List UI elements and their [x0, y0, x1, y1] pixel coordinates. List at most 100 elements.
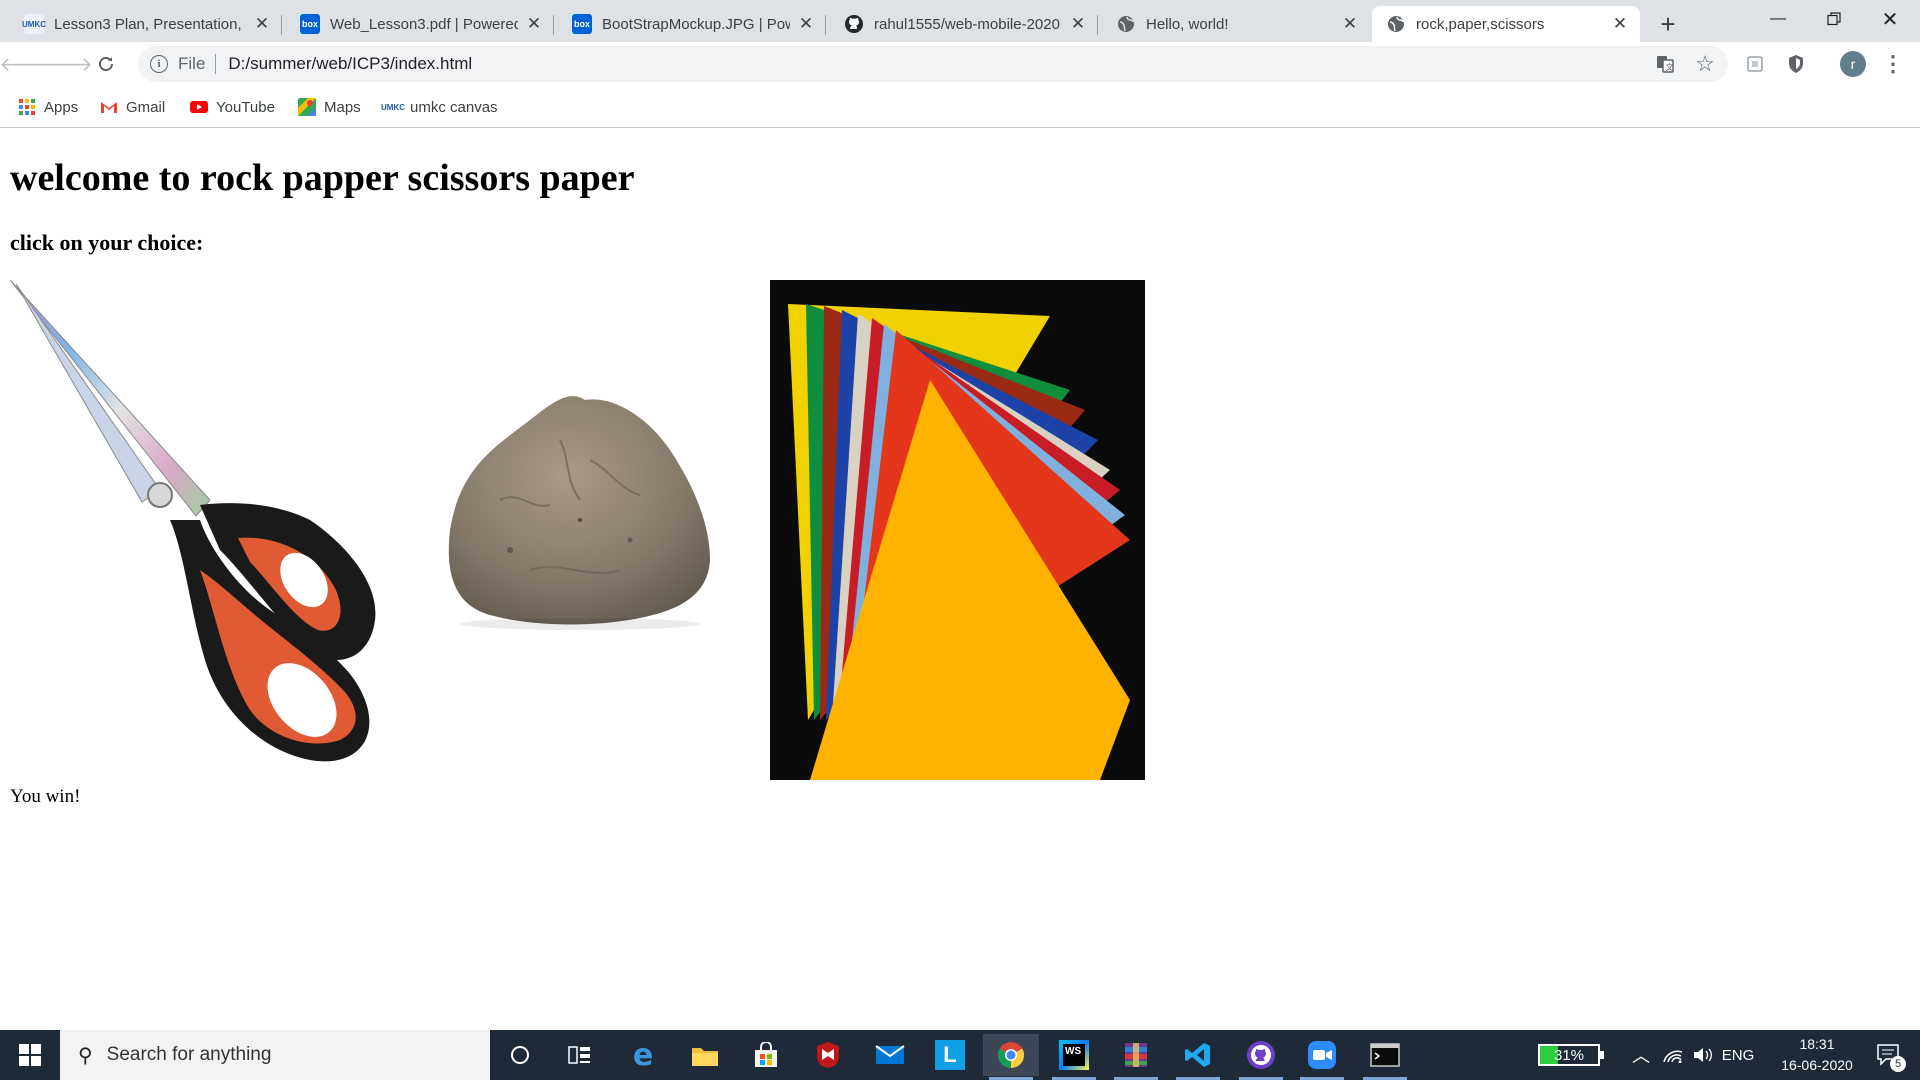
maps-icon [298, 98, 316, 116]
restore-button[interactable] [1806, 0, 1862, 38]
rock-image [448, 396, 710, 630]
store-icon[interactable] [738, 1034, 794, 1076]
zoom-icon[interactable] [1294, 1034, 1350, 1080]
apps-grid-icon [18, 98, 36, 116]
address-url: D:/summer/web/ICP3/index.html [228, 54, 473, 73]
info-icon[interactable]: i [150, 55, 168, 73]
scissors-choice[interactable] [9, 279, 380, 770]
bookmark-label: YouTube [216, 98, 275, 116]
tab-title: rock,paper,scissors [1416, 15, 1545, 33]
taskbar-search[interactable]: ⚲ Search for anything [60, 1030, 490, 1080]
tab-github-repo[interactable]: rahul1555/web-mobile-2020 ✕ [830, 6, 1098, 42]
umkc-icon: UMKC [381, 102, 405, 112]
page-subtitle: click on your choice: [10, 230, 204, 255]
address-scheme: File [178, 54, 206, 73]
back-button[interactable]: 🡐 [0, 48, 53, 80]
bookmark-youtube[interactable]: YouTube [190, 96, 275, 118]
page-content: welcome to rock papper scissors paper cl… [0, 128, 1920, 1030]
bookmark-label: umkc canvas [410, 98, 498, 116]
shield-icon[interactable] [1783, 51, 1809, 77]
chrome-icon[interactable] [983, 1034, 1039, 1080]
bookmark-label: Gmail [126, 98, 166, 116]
vscode-icon[interactable] [1170, 1034, 1226, 1080]
close-icon[interactable]: ✕ [252, 14, 272, 34]
page-title: welcome to rock papper scissors paper [10, 157, 635, 199]
box-icon: box [300, 14, 320, 34]
browser-toolbar: 🡐 🡒 i File D:/summer/web/ICP3/index.html… [0, 42, 1920, 86]
reload-button[interactable] [90, 48, 122, 80]
scissors-image [9, 279, 376, 762]
bookmark-apps[interactable]: Apps [18, 96, 78, 118]
winrar-icon[interactable] [1108, 1034, 1164, 1080]
globe-icon [1116, 14, 1136, 34]
close-window-button[interactable]: ✕ [1862, 0, 1918, 38]
tab-bootstrap-mockup[interactable]: box BootStrapMockup.JPG | Powe ✕ [558, 6, 826, 42]
address-bar[interactable]: i File D:/summer/web/ICP3/index.html [138, 46, 1728, 82]
windows-taskbar: ⚲ Search for anything e L WS 31% ︿ ENG 1… [0, 1030, 1920, 1080]
notification-center-button[interactable]: 5 [1866, 1030, 1912, 1080]
language-indicator[interactable]: ENG [1716, 1030, 1760, 1080]
battery-indicator[interactable]: 31% [1538, 1044, 1604, 1066]
close-icon[interactable]: ✕ [796, 14, 816, 34]
translate-icon[interactable]: 文 [1652, 51, 1678, 77]
tab-web-lesson3[interactable]: box Web_Lesson3.pdf | Powered ✕ [286, 6, 554, 42]
windows-logo-icon [19, 1044, 41, 1066]
close-icon[interactable]: ✕ [524, 14, 544, 34]
chevron-up-icon[interactable]: ︿ [1628, 1030, 1654, 1080]
svg-text:文: 文 [1666, 62, 1674, 72]
task-view-icon[interactable] [552, 1034, 608, 1076]
cortana-icon[interactable] [492, 1034, 548, 1076]
wifi-icon[interactable] [1660, 1030, 1686, 1080]
volume-icon[interactable] [1690, 1030, 1716, 1080]
bookmark-maps[interactable]: Maps [298, 96, 361, 118]
edge-icon[interactable]: e [615, 1034, 671, 1076]
tab-lesson3-plan[interactable]: UMKC Lesson3 Plan, Presentation, S ✕ [10, 6, 282, 42]
paper-choice[interactable] [770, 280, 1145, 780]
clock[interactable]: 18:31 16-06-2020 [1762, 1034, 1872, 1076]
new-tab-button[interactable]: + [1652, 9, 1684, 39]
webstorm-icon[interactable]: WS [1046, 1034, 1102, 1080]
profile-avatar[interactable]: r [1840, 51, 1866, 77]
browser-menu-icon[interactable]: ⋮ [1880, 50, 1906, 78]
bookmark-label: Apps [44, 98, 79, 116]
github-icon [844, 14, 864, 34]
tab-title: Web_Lesson3.pdf | Powered [330, 15, 518, 33]
close-icon[interactable]: ✕ [1610, 14, 1630, 34]
tab-title: Lesson3 Plan, Presentation, S [54, 15, 246, 33]
address-divider [215, 54, 217, 74]
tab-title: Hello, world! [1146, 15, 1229, 33]
tab-title: rahul1555/web-mobile-2020 [874, 15, 1060, 33]
minimize-button[interactable]: — [1750, 0, 1806, 38]
bookmark-umkc-canvas[interactable]: UMKC umkc canvas [381, 96, 498, 118]
start-button[interactable] [0, 1030, 60, 1080]
bookmarks-bar: Apps Gmail YouTube Maps UMKC umkc canvas [0, 86, 1920, 128]
forward-button[interactable]: 🡒 [39, 48, 93, 80]
umkc-icon: UMKC [22, 14, 46, 34]
rock-choice[interactable] [440, 380, 720, 636]
paper-image [770, 280, 1145, 780]
battery-percent: 31% [1553, 1046, 1585, 1064]
clock-date: 16-06-2020 [1781, 1057, 1853, 1073]
close-icon[interactable]: ✕ [1068, 14, 1088, 34]
mcafee-icon[interactable] [800, 1034, 856, 1076]
tab-title: BootStrapMockup.JPG | Powe [602, 15, 790, 33]
bookmark-star-icon[interactable]: ☆ [1692, 51, 1718, 77]
search-icon: ⚲ [78, 1044, 93, 1067]
box-icon: box [572, 14, 592, 34]
tab-rock-paper-scissors[interactable]: rock,paper,scissors ✕ [1372, 6, 1640, 42]
notification-count: 5 [1890, 1056, 1906, 1072]
clock-time: 18:31 [1799, 1036, 1835, 1052]
globe-icon [1386, 14, 1406, 34]
terminal-icon[interactable] [1357, 1034, 1413, 1080]
tab-hello-world[interactable]: Hello, world! ✕ [1102, 6, 1370, 42]
github-desktop-icon[interactable] [1233, 1034, 1289, 1080]
close-icon[interactable]: ✕ [1340, 14, 1360, 34]
mail-icon[interactable] [862, 1034, 918, 1076]
bookmark-gmail[interactable]: Gmail [100, 96, 165, 118]
lync-icon[interactable]: L [922, 1034, 978, 1076]
extension-icon[interactable] [1742, 51, 1768, 77]
gmail-icon [100, 98, 118, 116]
game-result: You win! [10, 786, 81, 807]
tab-strip: UMKC Lesson3 Plan, Presentation, S ✕ box… [0, 0, 1920, 42]
file-explorer-icon[interactable] [677, 1034, 733, 1076]
